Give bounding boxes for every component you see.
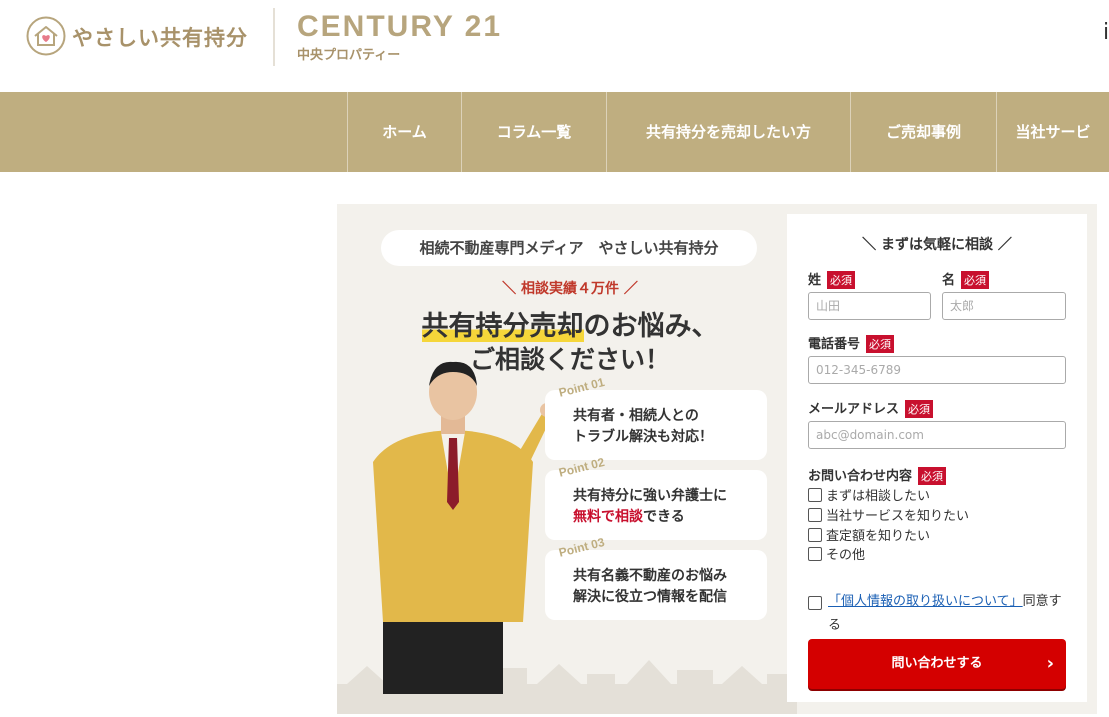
phone-input[interactable]: 012-345-6789 xyxy=(808,356,1066,384)
option-label: その他 xyxy=(826,548,866,563)
media-pill: 相続不動産専門メディア やさしい共有持分 xyxy=(381,230,757,266)
option-label: まずは相談したい xyxy=(826,489,931,504)
nav-item-columns[interactable]: コラム一覧 xyxy=(461,92,606,172)
inquiry-option-consult[interactable]: まずは相談したい xyxy=(808,488,930,506)
option-label: 査定額を知りたい xyxy=(826,529,931,544)
inquiry-label-text: お問い合わせ内容 xyxy=(808,469,913,484)
submit-button[interactable]: 問い合わせする › xyxy=(808,639,1066,689)
point-text-3: 共有名義不動産のお悩み 解決に役立つ情報を配信 xyxy=(573,566,727,608)
headline-line1: 共有持分売却のお悩み、 xyxy=(337,304,803,343)
site-header: やさしい共有持分 CENTURY 21 中央プロパティー i xyxy=(0,0,1109,92)
checkbox[interactable] xyxy=(808,547,822,561)
privacy-consent: 「個人情報の取り扱いについて」同意する xyxy=(808,590,1070,638)
nav-item-cases[interactable]: ご売却事例 xyxy=(850,92,996,172)
point-label-1: Point 01 xyxy=(557,374,606,400)
inquiry-option-appraisal[interactable]: 査定額を知りたい xyxy=(808,528,930,546)
spokesperson-illustration xyxy=(373,361,553,694)
form-title: ＼ まずは気軽に相談 ／ xyxy=(862,237,1012,253)
century21-brand[interactable]: CENTURY 21 xyxy=(297,10,502,44)
point-card-3: Point 03 共有名義不動産のお悩み 解決に役立つ情報を配信 xyxy=(545,535,767,620)
point-card-1: Point 01 共有者・相続人との トラブル解決も対応！ xyxy=(545,375,767,460)
email-label: メールアドレス 必須 xyxy=(808,398,934,418)
phone-label: 電話番号 必須 xyxy=(808,333,895,353)
nav-item-home[interactable]: ホーム xyxy=(347,92,461,172)
inquiry-label: お問い合わせ内容 必須 xyxy=(808,465,947,485)
email-label-text: メールアドレス xyxy=(808,402,900,417)
consultation-record: ＼ 相談実績４万件 ／ xyxy=(502,281,638,297)
required-badge: 必須 xyxy=(905,400,934,418)
inquiry-option-other[interactable]: その他 xyxy=(808,547,865,565)
point-2-line2-rest: できる xyxy=(643,509,685,525)
first-name-input[interactable]: 太郎 xyxy=(942,292,1066,320)
header-edge-char: i xyxy=(1103,20,1109,45)
nav-item-services[interactable]: 当社サービ xyxy=(996,92,1109,172)
last-name-input[interactable]: 山田 xyxy=(808,292,931,320)
point-text-1: 共有者・相続人との トラブル解決も対応！ xyxy=(573,406,713,448)
first-name-label: 名必須 xyxy=(942,269,990,289)
required-badge: 必須 xyxy=(918,467,947,485)
point-3-line1: 共有名義不動産のお悩み xyxy=(573,568,727,584)
email-input[interactable]: abc@domain.com xyxy=(808,421,1066,449)
required-badge: 必須 xyxy=(827,271,856,289)
house-heart-logo-icon[interactable] xyxy=(26,16,66,56)
privacy-policy-link[interactable]: 「個人情報の取り扱いについて」 xyxy=(828,594,1023,609)
site-logo-text[interactable]: やさしい共有持分 xyxy=(72,22,248,52)
headline-highlight: 共有持分売却 xyxy=(421,311,584,342)
contact-form: ＼ まずは気軽に相談 ／ 姓必須 名必須 山田 太郎 電話番号 必須 012-34… xyxy=(787,214,1087,702)
point-1-line1: 共有者・相続人との xyxy=(573,408,699,424)
point-1-line2: トラブル解決も対応！ xyxy=(573,429,713,445)
point-text-2: 共有持分に強い弁護士に 無料で相談できる xyxy=(573,486,727,528)
checkbox[interactable] xyxy=(808,488,822,502)
headline-rest: のお悩み、 xyxy=(583,311,719,342)
checkbox[interactable] xyxy=(808,508,822,522)
hero-banner: 相続不動産専門メディア やさしい共有持分 ＼ 相談実績４万件 ／ 共有持分売却の… xyxy=(337,204,1097,714)
point-2-line1: 共有持分に強い弁護士に xyxy=(573,488,727,504)
main-nav: ホーム コラム一覧 共有持分を売却したい方 ご売却事例 当社サービ xyxy=(0,92,1109,172)
point-3-line2: 解決に役立つ情報を配信 xyxy=(573,589,727,605)
first-name-label-text: 名 xyxy=(942,273,956,288)
required-badge: 必須 xyxy=(961,271,990,289)
chevron-right-icon: › xyxy=(1046,653,1054,674)
submit-label: 問い合わせする xyxy=(891,656,983,671)
option-label: 当社サービスを知りたい xyxy=(826,509,970,524)
inquiry-option-services[interactable]: 当社サービスを知りたい xyxy=(808,508,969,526)
last-name-label-text: 姓 xyxy=(808,273,822,288)
required-badge: 必須 xyxy=(866,335,895,353)
point-card-2: Point 02 共有持分に強い弁護士に 無料で相談できる xyxy=(545,455,767,540)
nav-item-sell-share[interactable]: 共有持分を売却したい方 xyxy=(606,92,850,172)
century21-brand-sub: 中央プロパティー xyxy=(297,48,401,63)
point-2-line2-red: 無料で相談 xyxy=(573,509,643,525)
point-2-line2: 無料で相談できる xyxy=(573,507,727,528)
checkbox[interactable] xyxy=(808,528,822,542)
phone-label-text: 電話番号 xyxy=(808,337,861,352)
privacy-checkbox[interactable] xyxy=(808,596,822,610)
last-name-label: 姓必須 xyxy=(808,269,856,289)
header-divider xyxy=(273,8,275,66)
